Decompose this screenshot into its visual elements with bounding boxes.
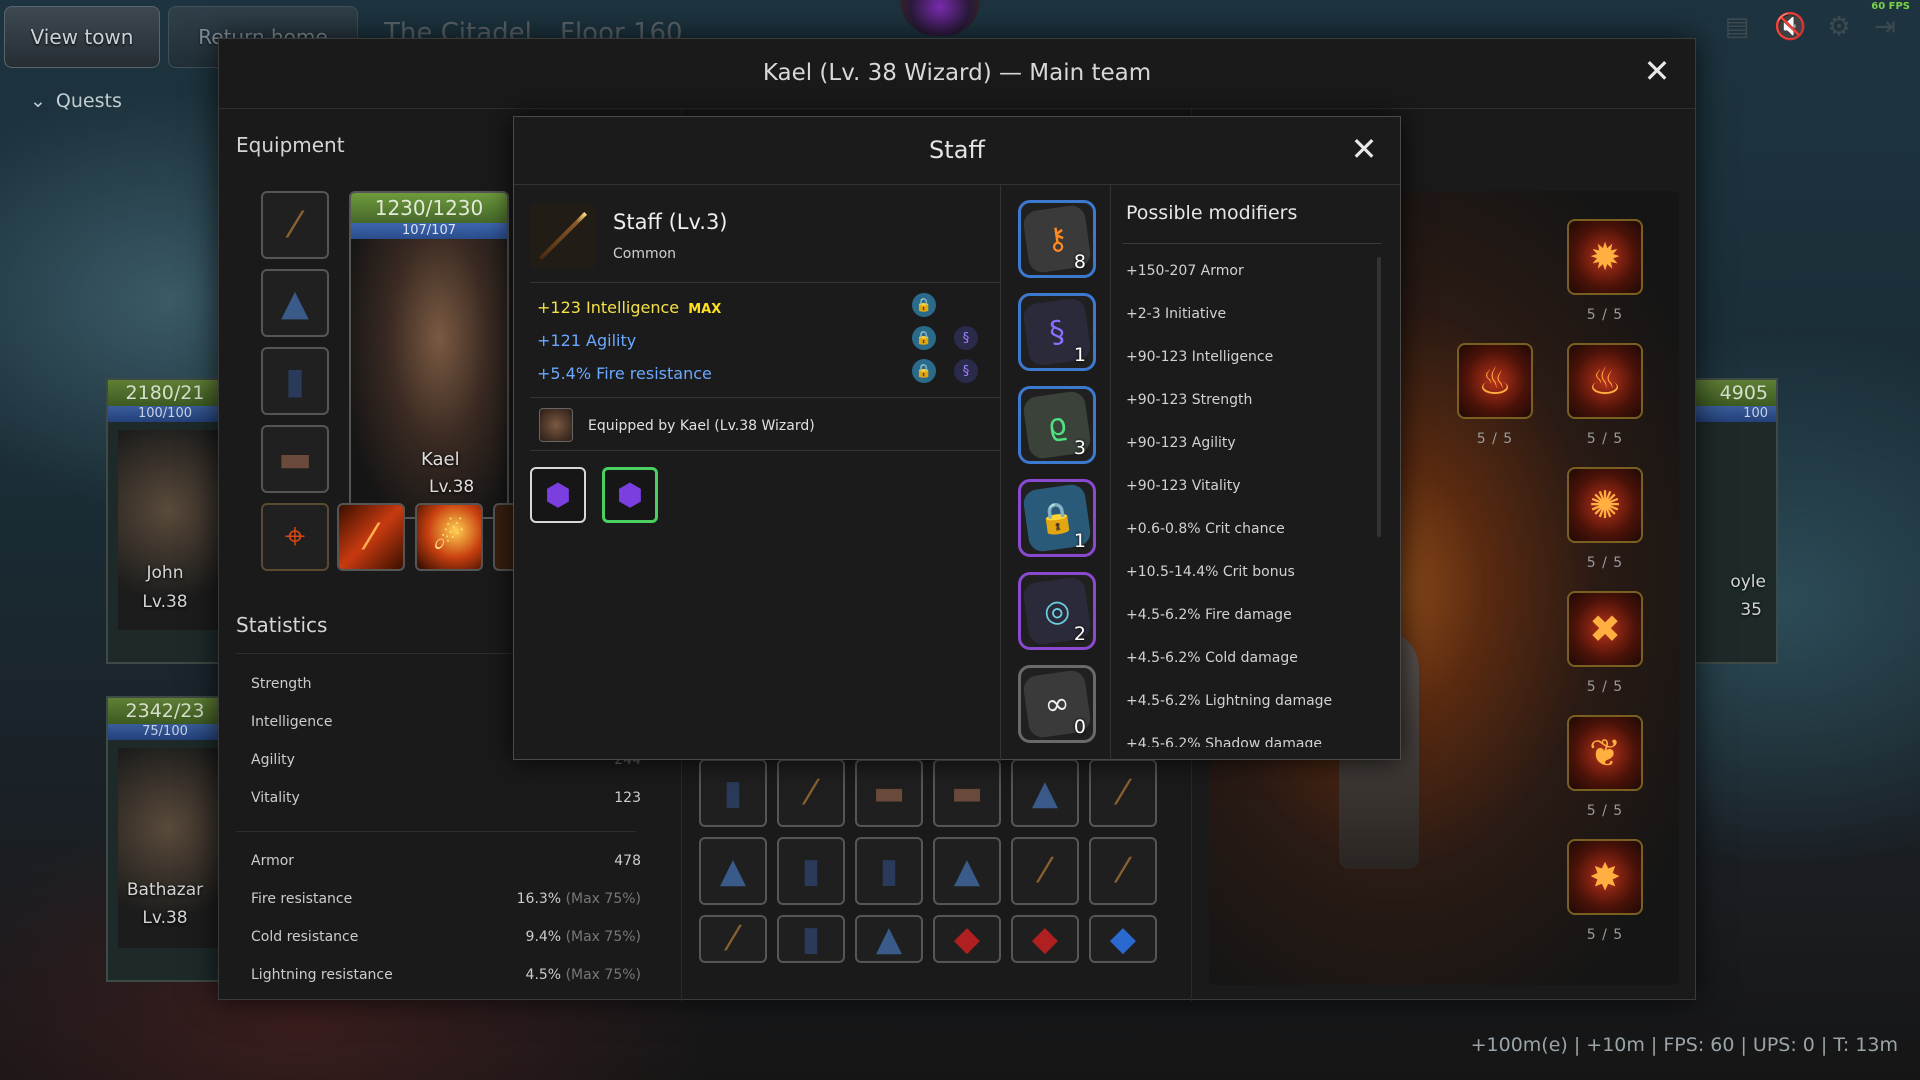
possible-modifiers-title: Possible modifiers — [1126, 202, 1298, 224]
exit-icon[interactable]: ⇥ — [1870, 12, 1900, 42]
close-icon[interactable]: ✕ — [1346, 131, 1382, 167]
skill-level: 5 / 5 — [1586, 803, 1624, 819]
view-town-button[interactable]: View town — [4, 6, 160, 68]
mute-icon[interactable]: 🔇 — [1774, 12, 1806, 42]
possible-modifier: +90-123 Agility — [1126, 435, 1236, 451]
possible-modifiers-list: +150-207 Armor +2-3 Initiative +90-123 I… — [514, 247, 1384, 747]
gear-icon[interactable]: ⚙ — [1824, 12, 1854, 42]
quests-toggle[interactable]: ⌄ Quests — [30, 90, 122, 112]
party-mp: 100/100 — [108, 406, 222, 422]
possible-modifier: +4.5-6.2% Fire damage — [1126, 607, 1292, 623]
inventory-slot[interactable]: ▲ — [933, 837, 1001, 905]
skill-level: 5 / 5 — [1586, 307, 1624, 323]
possible-modifier: +4.5-6.2% Shadow damage — [1126, 736, 1322, 747]
possible-modifier: +2-3 Initiative — [1126, 306, 1227, 322]
inventory-slot[interactable]: ▮ — [777, 837, 845, 905]
inventory-slot[interactable]: ⁄ — [1011, 837, 1079, 905]
hero-mp-bar: 107/107 — [351, 223, 507, 239]
quests-label: Quests — [55, 90, 122, 112]
hero-hp-bar: 1230/1230 — [351, 193, 507, 223]
skill-level: 5 / 5 — [1586, 431, 1624, 447]
party-card-john[interactable]: 2180/21 100/100 John Lv.38 — [106, 378, 224, 664]
party-name: oyle — [1730, 572, 1766, 592]
hero-level: Lv.38 — [429, 477, 475, 497]
item-dialog-title: Staff — [514, 117, 1400, 185]
inventory-slot[interactable]: ◆ — [933, 915, 1001, 963]
stat-lightning-resistance: Lightning resistance 4.5% (Max 75%) — [251, 967, 641, 983]
stats-divider — [236, 831, 636, 832]
belt-slot[interactable]: ▬ — [261, 425, 329, 493]
skill-phoenix[interactable]: ❦ — [1567, 715, 1643, 791]
inventory-slot[interactable]: ⁄ — [699, 915, 767, 963]
equipment-title: Equipment — [236, 133, 345, 157]
inventory-slot[interactable]: ◆ — [1011, 915, 1079, 963]
skill-inferno[interactable]: ✸ — [1567, 839, 1643, 915]
party-hp: 2342/23 — [108, 698, 222, 724]
fps-badge: 60 FPS — [1871, 1, 1910, 12]
inventory-slot[interactable]: ⁄ — [777, 759, 845, 827]
party-hp: 4905 — [1692, 380, 1776, 406]
skill-fire-wall[interactable]: ♨ — [1567, 343, 1643, 419]
item-name: Staff (Lv.3) — [613, 210, 728, 234]
possible-modifier: +0.6-0.8% Crit chance — [1126, 521, 1285, 537]
crest-icon — [900, 0, 980, 36]
possible-modifier: +90-123 Strength — [1126, 392, 1253, 408]
stat-armor: Armor 478 — [251, 853, 641, 869]
party-hp: 2180/21 — [108, 380, 222, 406]
inventory-slot[interactable]: ◆ — [1089, 915, 1157, 963]
party-card-bathazar[interactable]: 2342/23 75/100 Bathazar Lv.38 — [106, 696, 224, 982]
helmet-slot[interactable]: ▲ — [261, 269, 329, 337]
inventory-slot[interactable]: ▬ — [855, 759, 923, 827]
skill-level: 5 / 5 — [1476, 431, 1514, 447]
party-level: Lv.38 — [142, 908, 188, 928]
hero-card[interactable]: 1230/1230 107/107 Kael Lv.38 — [349, 191, 509, 519]
party-level: 35 — [1740, 600, 1762, 620]
party-level: Lv.38 — [142, 592, 188, 612]
inventory-slot[interactable]: ⁄ — [1089, 759, 1157, 827]
hero-name: Kael — [421, 449, 460, 470]
map-icon[interactable]: ▤ — [1722, 12, 1752, 42]
possible-modifier: +4.5-6.2% Cold damage — [1126, 650, 1298, 666]
item-detail-dialog: Staff ✕ Staff (Lv.3) Common +123 Intelli… — [513, 116, 1401, 761]
party-mp: 75/100 — [108, 724, 222, 740]
stat-fire-resistance: Fire resistance 16.3% (Max 75%) — [251, 891, 641, 907]
possible-modifier: +10.5-14.4% Crit bonus — [1126, 564, 1295, 580]
party-card-third[interactable]: 4905 100 oyle 35 — [1690, 378, 1778, 664]
skill-flame[interactable]: ♨ — [1457, 343, 1533, 419]
party-mp: 100 — [1692, 406, 1776, 422]
statistics-title: Statistics — [236, 613, 328, 637]
possible-modifiers-divider — [1122, 243, 1382, 244]
inventory-slot[interactable]: ▲ — [855, 915, 923, 963]
stat-vitality: Vitality 123 — [251, 790, 641, 806]
possible-modifier: +90-123 Vitality — [1126, 478, 1241, 494]
possible-modifier: +4.5-6.2% Lightning damage — [1126, 693, 1333, 709]
possible-modifier: +150-207 Armor — [1126, 263, 1244, 279]
party-name: Bathazar — [126, 880, 204, 900]
inventory-slot[interactable]: ▮ — [777, 915, 845, 963]
weapon-slot[interactable]: ⁄ — [261, 191, 329, 259]
character-modal-title: Kael (Lv. 38 Wizard) — Main team — [219, 39, 1695, 109]
skill-level: 5 / 5 — [1586, 679, 1624, 695]
inventory-slot[interactable]: ⁄ — [1089, 837, 1157, 905]
party-name: John — [146, 563, 184, 583]
inventory-slot[interactable]: ▮ — [855, 837, 923, 905]
possible-modifier: +90-123 Intelligence — [1126, 349, 1274, 365]
inventory-slot[interactable]: ▲ — [1011, 759, 1079, 827]
skill-level: 5 / 5 — [1586, 555, 1624, 571]
skill-burst[interactable]: ✹ — [1567, 219, 1643, 295]
inventory-slot[interactable]: ▬ — [933, 759, 1001, 827]
inventory-slot[interactable]: ▲ — [699, 837, 767, 905]
fireball-skill-slot[interactable]: ☄ — [415, 503, 483, 571]
close-icon[interactable]: ✕ — [1639, 53, 1675, 89]
fire-slash-skill-slot[interactable]: ⁄ — [337, 503, 405, 571]
skill-level: 5 / 5 — [1586, 927, 1624, 943]
armor-slot[interactable]: ▮ — [261, 347, 329, 415]
performance-status: +100m(e) | +10m | FPS: 60 | UPS: 0 | T: … — [1470, 1034, 1898, 1056]
inventory-slot[interactable]: ▮ — [699, 759, 767, 827]
skill-nova[interactable]: ✺ — [1567, 467, 1643, 543]
stat-cold-resistance: Cold resistance 9.4% (Max 75%) — [251, 929, 641, 945]
target-skill-slot[interactable]: ⌖ — [261, 503, 329, 571]
chevron-down-icon: ⌄ — [30, 90, 46, 112]
skill-cross[interactable]: ✖ — [1567, 591, 1643, 667]
